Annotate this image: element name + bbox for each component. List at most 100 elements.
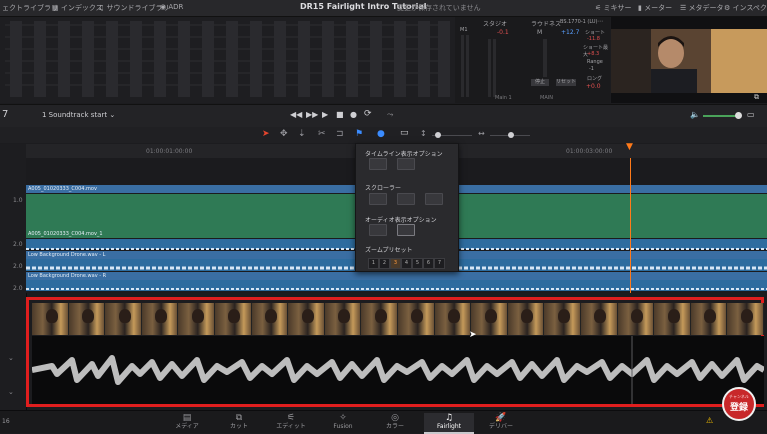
nav-edit[interactable]: ⚟ エディット <box>266 413 316 432</box>
zoom-preset-6[interactable]: 6 <box>423 258 434 269</box>
nav-cut[interactable]: ⧉ カット <box>214 413 264 432</box>
top-item-sound-library[interactable]: ♫ サウンドライブラリ <box>98 3 170 13</box>
nav-color-label: カラー <box>385 423 404 430</box>
loudness-standard[interactable]: BS.1770-1 (LU) <box>560 19 598 25</box>
stacked-tracks-option-button[interactable] <box>397 158 415 170</box>
mixer-label: ミキサー <box>603 4 632 12</box>
top-item-meters[interactable]: ▮ メーター <box>638 3 672 13</box>
nav-color[interactable]: ◎ カラー <box>370 413 420 432</box>
audio-clip-l-label: Low Background Drone.wav - L <box>28 252 106 258</box>
zoom-height-icon[interactable]: ↕ <box>420 129 427 138</box>
top-item-project-library[interactable]: ェクトライブラリ <box>2 3 58 13</box>
top-item-index[interactable]: ▦ インデックス <box>52 3 103 13</box>
ruler-tc-1: 01:00:01:00:00 <box>146 148 193 155</box>
thumbnail <box>141 303 179 335</box>
m1-meter <box>461 35 464 97</box>
subscribe-badge[interactable]: チャンネル 登録 <box>722 387 756 421</box>
meters-panel: M1 スタジオ -0.1 ラウドネス BS.1770-1 (LU) ⋯ M +1… <box>455 17 610 103</box>
track-level-4: 2.0 <box>13 285 23 292</box>
scroller-option-1-button[interactable] <box>369 193 387 205</box>
scroller-option-2-button[interactable] <box>397 193 415 205</box>
audio-clip-option-button[interactable] <box>397 224 415 236</box>
top-item-adr[interactable]: ◉ ADR <box>160 3 183 11</box>
top-item-metadata[interactable]: ☰ メタデータ <box>680 3 724 13</box>
loudness-options-icon[interactable]: ⋯ <box>597 18 603 25</box>
ruler-tc-2: 01:00:03:00:00 <box>566 148 613 155</box>
zoom-preset-5[interactable]: 5 <box>412 258 423 269</box>
zoom-preset-7[interactable]: 7 <box>434 258 445 269</box>
nav-fairlight[interactable]: ♫ Fairlight <box>424 413 474 434</box>
zoom-horizontal-handle[interactable] <box>508 132 514 138</box>
zoom-preset-4[interactable]: 4 <box>401 258 412 269</box>
zoom-vertical-handle[interactable] <box>435 132 441 138</box>
audio-display-label: オーディオ表示オプション <box>365 217 437 224</box>
flag-icon[interactable]: ⚑ <box>355 129 363 139</box>
m1-label: M1 <box>460 27 468 33</box>
zoom-preset-3[interactable]: 3 <box>390 258 401 269</box>
viewer-popout-icon[interactable]: ⧉ <box>754 93 759 102</box>
zoom-width-icon[interactable]: ↔ <box>478 129 485 138</box>
scroller-option-3-button[interactable] <box>425 193 443 205</box>
rewind-icon[interactable]: ◀◀ <box>290 110 302 119</box>
nav-fusion[interactable]: ✧ Fusion <box>318 413 368 432</box>
range-tool-icon[interactable]: ✥ <box>280 129 288 139</box>
thumbnail <box>617 303 655 335</box>
m1-meter-r <box>466 35 469 97</box>
loudness-reset-button[interactable]: リセット <box>556 79 576 86</box>
audio-clip-r-label: Low Background Drone.wav - R <box>28 273 107 279</box>
waveform-track-3[interactable] <box>26 280 767 291</box>
volume-slider-handle[interactable] <box>735 112 742 119</box>
loudness-pause-button[interactable]: 停止 <box>531 79 549 86</box>
monitor-icon[interactable]: ▭ <box>747 110 755 119</box>
nav-deliver[interactable]: 🚀 デリバー <box>476 413 526 432</box>
range-label: Range <box>587 59 603 65</box>
warning-icon[interactable]: ⚠ <box>706 416 713 425</box>
top-item-inspector[interactable]: ⚙ インスペクタ <box>724 3 767 13</box>
viewer-frame <box>611 29 767 93</box>
snap-icon[interactable]: ⊐ <box>336 129 344 139</box>
thumbnail <box>580 303 618 335</box>
nav-media[interactable]: ▤ メディア <box>162 413 212 432</box>
timeline-view-options-icon[interactable]: ▭ <box>400 128 409 138</box>
razor-icon[interactable]: ✂ <box>318 129 326 139</box>
loop-icon[interactable]: ⟳ <box>364 109 372 119</box>
inspector-icon: ⚙ <box>724 4 733 12</box>
nav-cut-label: カット <box>229 423 248 430</box>
transport-bar: 7 1 Soundtrack start ⌄ ◀◀ ▶▶ ▶ ■ ● ⟳ ⤳ 🔈… <box>0 104 767 128</box>
selected-video-track[interactable]: ➤ <box>26 297 766 407</box>
track-height-option-button[interactable] <box>369 158 387 170</box>
m-value: +12.7 <box>561 29 580 36</box>
metadata-icon: ☰ <box>680 4 689 12</box>
fast-forward-icon[interactable]: ▶▶ <box>306 110 318 119</box>
playhead-marker-icon[interactable]: ▼ <box>626 142 633 152</box>
selection-tool-icon[interactable]: ➤ <box>262 129 270 139</box>
track-collapse-icon-2[interactable]: ⌄ <box>8 388 14 396</box>
top-item-mixer[interactable]: ⚟ ミキサー <box>595 3 632 13</box>
sound-library-icon: ♫ <box>98 4 107 12</box>
timeline-name: 1 Soundtrack start <box>42 111 108 119</box>
thumbnail <box>434 303 472 335</box>
play-icon[interactable]: ▶ <box>322 110 328 119</box>
record-icon[interactable]: ● <box>350 110 357 119</box>
thumbnail <box>178 303 215 335</box>
studio-meter-r <box>493 39 496 97</box>
cut-icon: ⧉ <box>235 413 243 423</box>
automation-icon[interactable]: ⤳ <box>387 110 393 120</box>
fixed-playhead-icon[interactable]: ⇣ <box>298 129 306 139</box>
timeline-selector[interactable]: 1 Soundtrack start ⌄ <box>42 111 115 119</box>
zoom-preset-2[interactable]: 2 <box>379 258 390 269</box>
audio-waveform-option-button[interactable] <box>369 224 387 236</box>
volume-icon[interactable]: 🔈 <box>690 110 700 119</box>
long-label: ロング <box>587 76 603 82</box>
edit-tools-row: ➤ ✥ ⇣ ✂ ⊐ ⚑ ● ▭ ↕ ↔ <box>0 127 767 143</box>
track-level-1: 1.0 <box>13 197 23 204</box>
index-icon: ▦ <box>52 4 61 12</box>
deliver-icon: 🚀 <box>495 413 507 423</box>
track-collapse-icon[interactable]: ⌄ <box>8 354 14 362</box>
marker-icon[interactable]: ● <box>377 129 385 139</box>
zoom-preset-1[interactable]: 1 <box>368 258 379 269</box>
mixer-channel-strips[interactable] <box>0 17 455 103</box>
audio-clip-r[interactable]: Low Background Drone.wav - R <box>26 272 767 280</box>
stop-icon[interactable]: ■ <box>336 110 344 119</box>
media-icon: ▤ <box>182 413 192 423</box>
